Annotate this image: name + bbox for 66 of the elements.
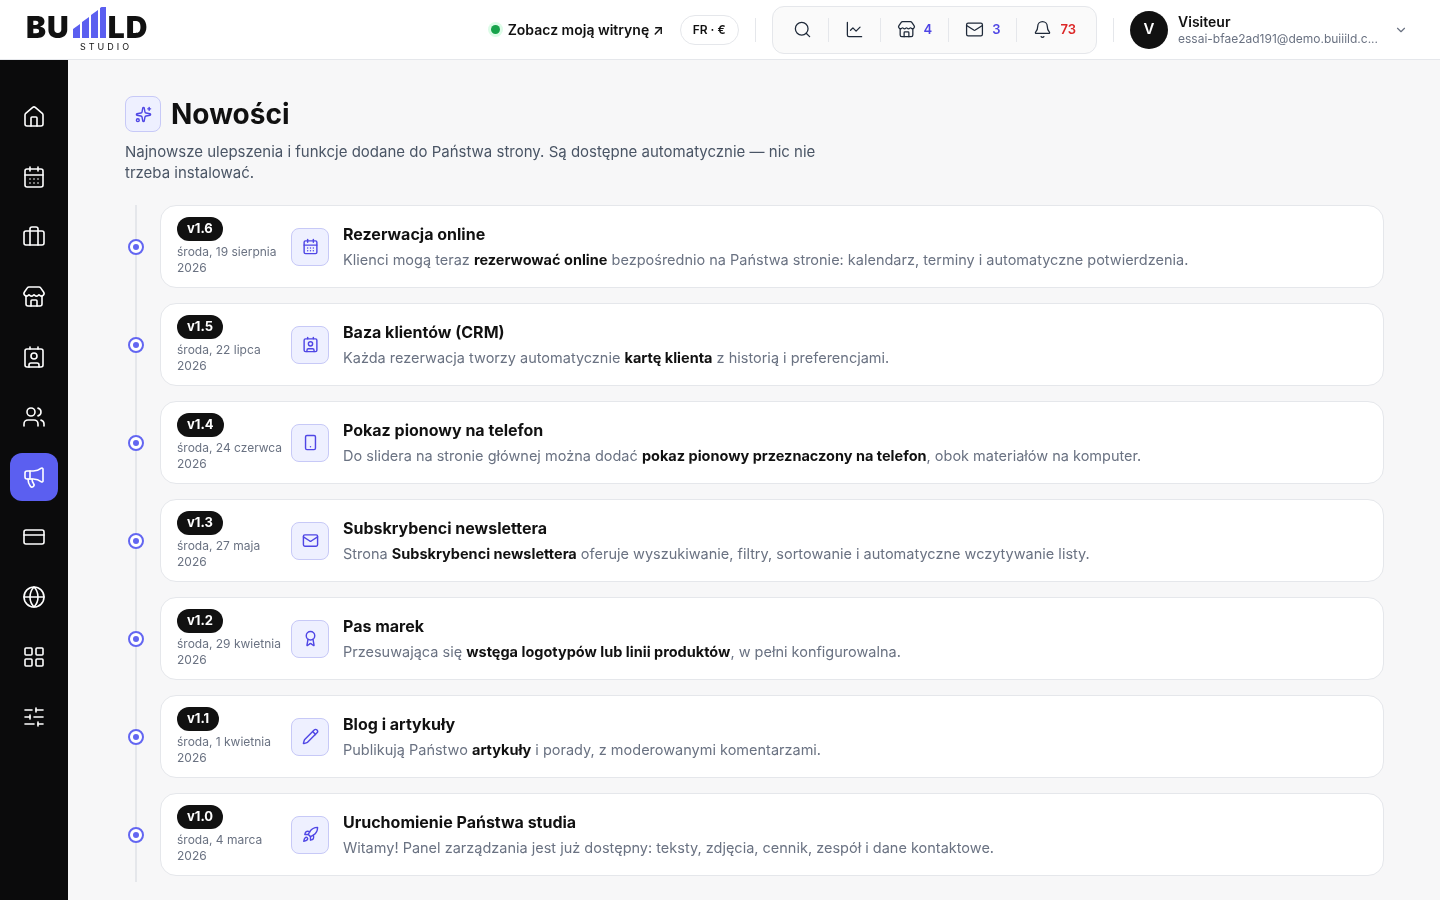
chart-icon (844, 20, 864, 39)
release-title: Rezerwacja online (343, 223, 487, 247)
version-badge: v1.5 (177, 315, 223, 339)
release-date: środa, 1 kwietnia 2026 (177, 733, 272, 766)
release-date: środa, 27 maja 2026 (177, 537, 262, 570)
version-badge: v1.2 (177, 609, 223, 633)
users-icon (22, 405, 46, 429)
version-badge: v1.3 (177, 511, 223, 535)
version-badge: v1.1 (177, 707, 220, 731)
sliders-icon (22, 705, 46, 729)
bars-logo-icon (70, 7, 107, 39)
megaphone-icon (22, 465, 46, 489)
logo-tagline: STUDIO (80, 42, 133, 51)
pencil-icon (301, 728, 319, 745)
count-label: 3 (992, 19, 1001, 39)
store-button[interactable]: 4 (880, 11, 949, 48)
page-subtitle: Najnowsze ulepszenia i funkcje dodane do Państwa strony. Są dostępne automatycznie — nic nie trzeba instalować. (125, 141, 817, 183)
release-description: Do slidera na stronie głównej można dodać pokaz pionowy przeznaczony na telefon, obok materiałów na komputer. (343, 446, 1142, 467)
globe-icon (22, 585, 46, 609)
version-badge: v1.6 (177, 217, 223, 241)
sidebar-item[interactable] (10, 453, 58, 501)
release-title: Uruchomienie Państwa studia (343, 811, 578, 835)
store-icon (896, 20, 916, 39)
user-avatar[interactable]: V (1130, 10, 1169, 49)
release-description: Witamy! Panel zarządzania jest już dostępny: teksty, zdjęcia, cennik, zespół i dane kontaktowe. (343, 838, 994, 859)
release-date: środa, 4 marca 2026 (177, 831, 264, 864)
release-title: Pokaz pionowy na telefon (343, 419, 545, 443)
user-email: essai-bfae2ad191@demo.buiiild.c... (1178, 30, 1378, 46)
release-title: Baza klientów (CRM) (343, 321, 506, 345)
release-description: Publikują Państwo artykuły i porady, z moderowanymi komentarzami. (343, 740, 822, 761)
version-badge: v1.4 (177, 413, 224, 437)
version-badge: v1.0 (177, 805, 224, 829)
rocket-icon (301, 826, 319, 843)
release-description: Każda rezerwacja tworzy automatycznie kartę klienta z historią i preferencjami. (343, 348, 890, 369)
search-icon (792, 20, 812, 39)
release-date: środa, 24 czerwca 2026 (177, 439, 284, 472)
home-icon (22, 105, 46, 129)
mail-button[interactable]: 3 (949, 11, 1017, 48)
release-date: środa, 19 sierpnia 2026 (177, 243, 278, 276)
release-title: Blog i artykuły (343, 713, 457, 737)
bell-icon (1033, 20, 1053, 39)
release-description: Klienci mogą teraz rezerwować online bezpośrednio na Państwa stronie: kalendarz, terminy i automatyczne potwierdzenia. (343, 250, 1189, 271)
contact-card-icon (301, 336, 319, 353)
count-label: 4 (923, 19, 933, 39)
page-title: Nowości (171, 96, 290, 133)
release-title: Subskrybenci newslettera (343, 517, 549, 541)
count-label: 73 (1060, 19, 1077, 39)
contact-card-icon (22, 345, 46, 369)
user-name: Visiteur (1178, 13, 1232, 31)
release-date: środa, 29 kwietnia 2026 (177, 635, 282, 668)
bell-button[interactable]: 73 (1017, 11, 1093, 48)
mail-icon (965, 20, 985, 39)
release-description: Strona Subskrybenci newslettera oferuje wyszukiwanie, filtry, sortowanie i automatyczne wczytywanie listy. (343, 544, 1090, 565)
calendar-icon (301, 238, 319, 255)
release-description: Przesuwająca się wstęga logotypów lub linii produktów, w pełni konfigurowalna. (343, 642, 901, 663)
calendar-icon (22, 165, 46, 189)
logo-text: LD (107, 12, 149, 42)
mail-icon (301, 532, 319, 549)
logo[interactable]: BU LD STUDIO (26, 8, 149, 51)
view-site-link[interactable]: Zobacz moją witrynę ↗ (490, 19, 664, 40)
release-date: środa, 22 lipca 2026 (177, 341, 262, 374)
store-icon (22, 285, 46, 309)
sparkles-icon (134, 105, 152, 123)
grid-icon (22, 645, 46, 669)
logo-text: BU (26, 12, 70, 42)
release-title: Pas marek (343, 615, 426, 639)
